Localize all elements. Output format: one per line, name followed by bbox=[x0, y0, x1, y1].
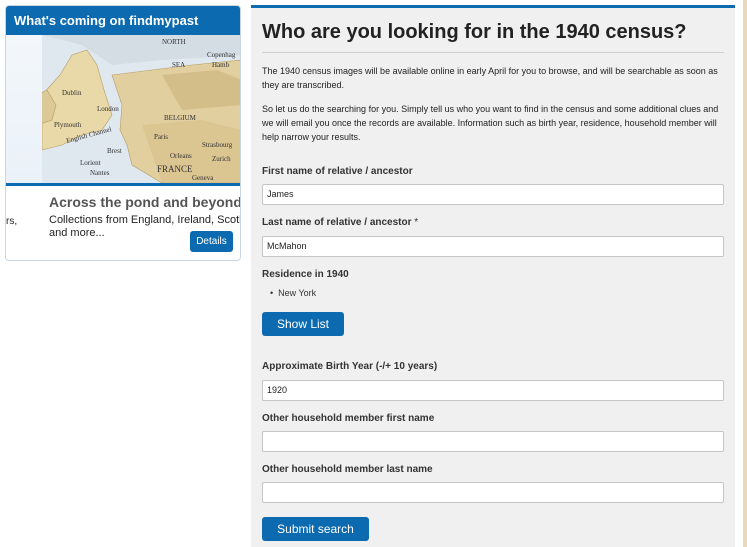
birth-year-label: Approximate Birth Year (-/+ 10 years) bbox=[262, 361, 438, 372]
bullet-icon: • bbox=[270, 288, 279, 298]
residence-value: New York bbox=[278, 288, 317, 298]
promo-widget: What's coming on findmypast NORTH Copenh… bbox=[5, 5, 241, 261]
submit-search-button[interactable]: Submit search bbox=[262, 517, 369, 541]
required-marker: * bbox=[414, 217, 419, 228]
map-label: Brest bbox=[107, 147, 122, 155]
slide-indicator-bar bbox=[6, 183, 240, 186]
last-name-label-text: Last name of relative / ancestor bbox=[262, 217, 412, 228]
first-name-label: First name of relative / ancestor bbox=[262, 166, 413, 177]
map-label: Copenhag bbox=[207, 51, 236, 59]
map-label: Plymouth bbox=[54, 121, 82, 129]
map-label: Zurich bbox=[212, 155, 231, 163]
first-name-field[interactable]: James bbox=[262, 184, 724, 205]
map-label: Lorient bbox=[80, 159, 101, 167]
map-label: Paris bbox=[154, 133, 168, 141]
residence-list-item: • New York bbox=[270, 288, 316, 298]
page-edge bbox=[743, 0, 747, 547]
instructions-paragraph: So let us do the searching for you. Simp… bbox=[262, 104, 719, 142]
household-last-name-label: Other household member last name bbox=[262, 464, 433, 475]
household-first-name-field[interactable] bbox=[262, 431, 724, 452]
intro-paragraph: The 1940 census images will be available… bbox=[262, 66, 718, 90]
slide-title: Across the pond and beyond bbox=[49, 194, 241, 210]
show-list-button[interactable]: Show List bbox=[262, 312, 344, 336]
details-button[interactable]: Details bbox=[190, 231, 233, 252]
map-label: BELGIUM bbox=[164, 114, 197, 122]
household-first-name-label: Other household member first name bbox=[262, 413, 435, 424]
last-name-field[interactable]: McMahon bbox=[262, 236, 724, 257]
census-search-panel: Who are you looking for in the 1940 cens… bbox=[251, 5, 735, 547]
map-label: NORTH bbox=[162, 38, 186, 46]
map-label: Nantes bbox=[90, 169, 110, 177]
map-label: SEA bbox=[172, 61, 185, 69]
map-label: Strasbourg bbox=[202, 141, 233, 149]
map-illustration: NORTH Copenhag SEA Hamb Dublin London Pl… bbox=[42, 35, 240, 183]
slide-text-line: Collections from England, Ireland, Scotl… bbox=[49, 214, 241, 226]
residence-label: Residence in 1940 bbox=[262, 269, 349, 280]
map-label: FRANCE bbox=[157, 164, 193, 174]
last-name-label: Last name of relative / ancestor * bbox=[262, 217, 418, 228]
page-title: Who are you looking for in the 1940 cens… bbox=[262, 21, 687, 43]
promo-map-image[interactable]: NORTH Copenhag SEA Hamb Dublin London Pl… bbox=[6, 35, 240, 183]
map-label: Geneva bbox=[192, 174, 214, 182]
map-label: Hamb bbox=[212, 61, 230, 69]
map-label: Orleans bbox=[170, 152, 192, 160]
title-divider bbox=[262, 52, 724, 53]
previous-slide-fragment: rs, bbox=[6, 216, 18, 227]
birth-year-field[interactable]: 1920 bbox=[262, 380, 724, 401]
map-label: London bbox=[97, 105, 119, 113]
household-last-name-field[interactable] bbox=[262, 482, 724, 503]
map-label: Dublin bbox=[62, 89, 82, 97]
widget-header: What's coming on findmypast bbox=[6, 6, 240, 35]
